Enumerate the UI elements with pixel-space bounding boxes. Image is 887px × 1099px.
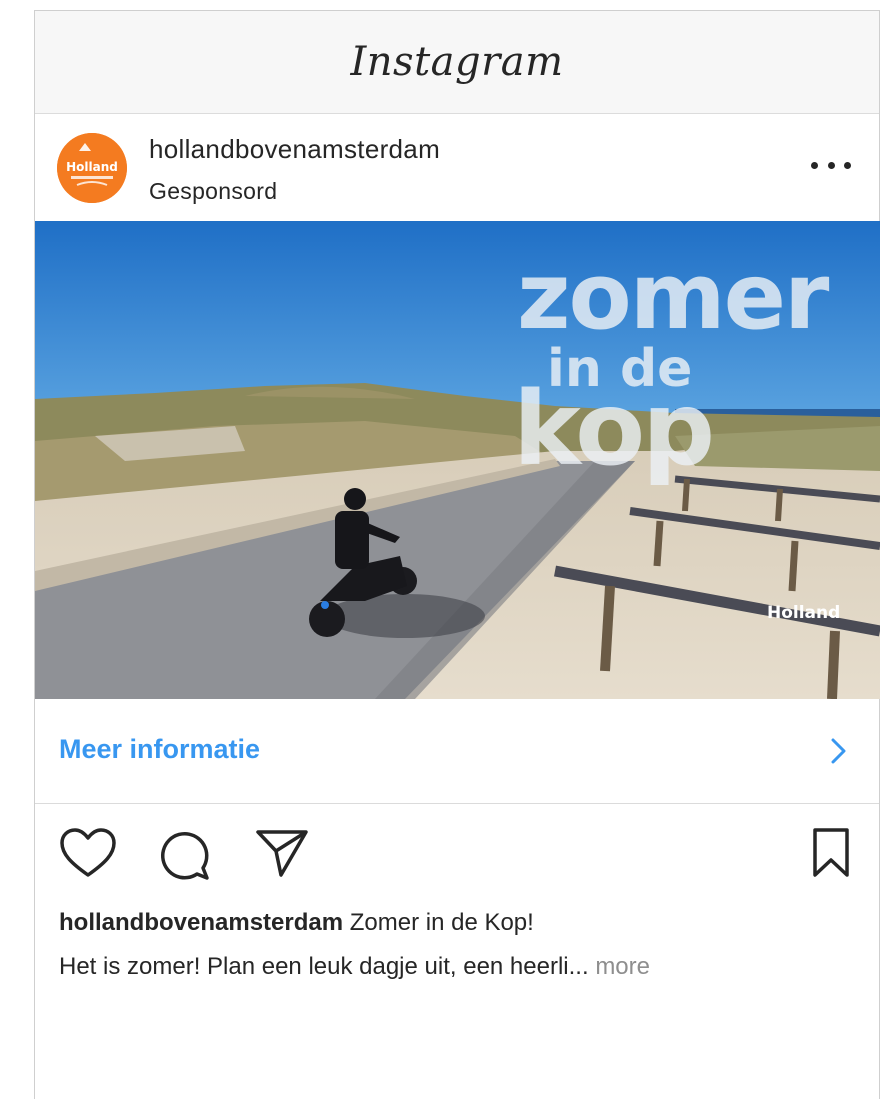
avatar[interactable]: Holland xyxy=(57,133,127,203)
paper-plane-icon[interactable] xyxy=(255,827,309,884)
post-username[interactable]: hollandbovenamsterdam xyxy=(149,134,440,165)
brand-logo: Holland xyxy=(767,603,841,623)
more-info-label[interactable]: Meer informatie xyxy=(59,734,260,765)
caption-title-line: hollandbovenamsterdam Zomer in de Kop! xyxy=(59,909,534,937)
instagram-post-frame: Instagram Holland hollandbovenamsterdam … xyxy=(34,10,880,1099)
caption-more-link[interactable]: more xyxy=(595,953,650,980)
overlay-text-kop: kop xyxy=(513,370,715,489)
more-info-cta[interactable]: Meer informatie xyxy=(35,699,879,804)
chevron-right-icon[interactable] xyxy=(829,737,849,765)
sponsored-label: Gesponsord xyxy=(149,178,278,204)
heart-icon[interactable] xyxy=(59,827,117,884)
post-image[interactable]: zomer in de kop Holland xyxy=(35,221,880,699)
avatar-text: Holland xyxy=(66,160,118,174)
app-header: Instagram xyxy=(35,11,879,114)
bookmark-icon[interactable] xyxy=(811,827,851,884)
overlay-text-zomer: zomer xyxy=(517,243,829,350)
caption-body: Het is zomer! Plan een leuk dagje uit, e… xyxy=(59,953,589,980)
caption-body-line: Het is zomer! Plan een leuk dagje uit, e… xyxy=(59,953,650,981)
post-header: Holland hollandbovenamsterdam Gesponsord xyxy=(35,114,879,221)
app-title: Instagram xyxy=(350,39,564,85)
more-horizontal-icon[interactable] xyxy=(811,154,851,176)
comment-icon[interactable] xyxy=(157,827,211,886)
caption-title: Zomer in de Kop! xyxy=(349,909,534,936)
post-actions-bar xyxy=(35,821,879,891)
caption-username[interactable]: hollandbovenamsterdam xyxy=(59,909,343,936)
